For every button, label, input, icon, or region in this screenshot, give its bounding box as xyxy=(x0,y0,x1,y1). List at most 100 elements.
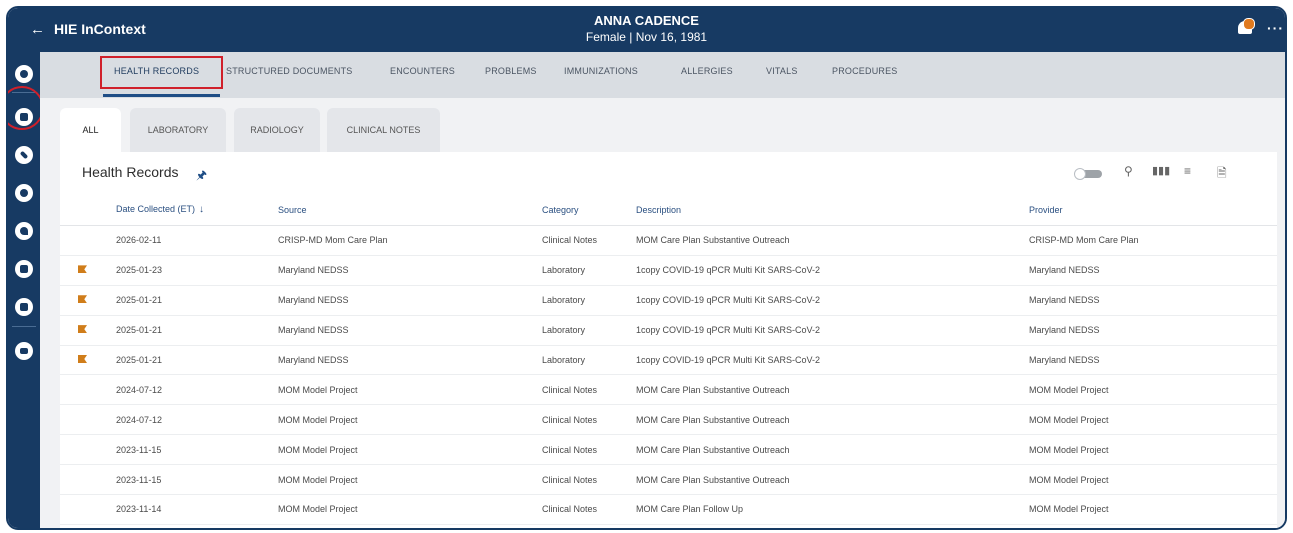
column-header-category[interactable]: Category xyxy=(541,194,635,226)
filter-icon[interactable]: ≡ xyxy=(1184,164,1191,178)
description-cell: 1copy COVID-19 qPCR Multi Kit SARS-CoV-2 xyxy=(635,345,1028,376)
edit-icon[interactable] xyxy=(15,146,33,164)
subtab-laboratory[interactable]: LABORATORY xyxy=(130,108,226,152)
source-cell: Maryland NEDSS xyxy=(277,345,541,376)
provider-cell: MOM Model Project xyxy=(1028,434,1277,466)
table-row[interactable]: 2025-01-21 Maryland NEDSS Laboratory 1copy … xyxy=(60,315,1277,346)
provider-cell: MOM Model Project xyxy=(1028,524,1277,528)
provider-cell: Maryland NEDSS xyxy=(1028,345,1277,376)
description-cell: MOM Care Plan Follow Up xyxy=(635,494,1028,525)
notification-bell-icon[interactable] xyxy=(1237,18,1255,36)
tab-procedures[interactable]: PROCEDURES xyxy=(832,66,898,76)
category-cell: Laboratory xyxy=(541,255,635,286)
tab-immunizations[interactable]: IMMUNIZATIONS xyxy=(564,66,638,76)
date-cell: 2024-07-12 xyxy=(115,404,277,436)
main-content: ALL LABORATORY RADIOLOGY CLINICAL NOTES … xyxy=(40,98,1285,528)
app-header: ← HIE InContext ANNA CADENCE Female | No… xyxy=(8,8,1285,52)
export-icon[interactable]: 🗎 xyxy=(1217,164,1227,185)
column-header-date[interactable]: Date Collected (ET) ↓ xyxy=(115,194,277,226)
source-cell: CRISP-MD Mom Care Plan xyxy=(277,225,541,256)
columns-icon[interactable]: ▮▮▮ xyxy=(1152,164,1170,177)
table-row[interactable]: 2026-02-11 CRISP-MD Mom Care Plan Clinical… xyxy=(60,225,1277,256)
description-cell: MOM Care Plan Substantive Outreach xyxy=(635,434,1028,466)
provider-cell: Maryland NEDSS xyxy=(1028,315,1277,346)
tab-vitals[interactable]: VITALS xyxy=(766,66,798,76)
table-row[interactable]: 2025-01-21 Maryland NEDSS Laboratory 1copy … xyxy=(60,345,1277,376)
description-cell: 1copy COVID-19 qPCR Multi Kit SARS-CoV-2 xyxy=(635,285,1028,316)
category-cell: Clinical Notes xyxy=(541,404,635,436)
flag-cell xyxy=(60,255,115,286)
list-icon[interactable] xyxy=(15,342,33,360)
flag-cell xyxy=(60,494,115,525)
toggle-switch[interactable] xyxy=(1074,168,1102,180)
date-cell: 2023-11-15 xyxy=(115,434,277,466)
column-header-provider[interactable]: Provider xyxy=(1028,194,1277,226)
patient-name: ANNA CADENCE xyxy=(594,13,699,28)
category-cell: Clinical Notes xyxy=(541,464,635,496)
date-cell: 2024-07-12 xyxy=(115,374,277,406)
column-header-description[interactable]: Description xyxy=(635,194,1028,226)
subtab-clinical-notes[interactable]: CLINICAL NOTES xyxy=(327,108,440,152)
table-row[interactable]: 2025-01-21 Maryland NEDSS Laboratory 1copy … xyxy=(60,285,1277,316)
more-menu-icon[interactable]: ··· xyxy=(1267,20,1284,36)
account-icon[interactable] xyxy=(15,65,33,83)
column-header-source[interactable]: Source xyxy=(277,194,541,226)
table-row[interactable]: 2023-11-14MOM Model ProjectClinical Note… xyxy=(60,524,1277,528)
source-cell: Maryland NEDSS xyxy=(277,285,541,316)
records-panel: Health Records 🖈 ⚲ ▮▮▮ ≡ 🗎 Date Collecte… xyxy=(60,152,1277,528)
flag-cell xyxy=(60,374,115,406)
grid-icon[interactable] xyxy=(15,298,33,316)
highlight-box xyxy=(100,56,223,89)
table-row[interactable]: 2023-11-14MOM Model ProjectClinical Note… xyxy=(60,494,1277,525)
tab-encounters[interactable]: ENCOUNTERS xyxy=(390,66,455,76)
pin-icon[interactable]: 🖈 xyxy=(196,166,207,187)
date-cell: 2025-01-23 xyxy=(115,255,277,286)
category-cell: Clinical Notes xyxy=(541,225,635,256)
description-cell: 1copy COVID-19 qPCR Multi Kit SARS-CoV-2 xyxy=(635,255,1028,286)
flag-cell xyxy=(60,315,115,346)
flag-cell xyxy=(60,524,115,528)
table-row[interactable]: 2024-07-12 MOM Model Project Clinical Note… xyxy=(60,374,1277,406)
tab-structured-documents[interactable]: STRUCTURED DOCUMENTS xyxy=(226,66,353,76)
tab-problems[interactable]: PROBLEMS xyxy=(485,66,537,76)
category-cell: Laboratory xyxy=(541,345,635,376)
flag-icon xyxy=(78,265,87,274)
subtab-radiology[interactable]: RADIOLOGY xyxy=(234,108,320,152)
document-icon[interactable] xyxy=(15,260,33,278)
table-header-row: Date Collected (ET) ↓ Source Category Des… xyxy=(60,194,1277,226)
date-cell: 2025-01-21 xyxy=(115,345,277,376)
provider-cell: CRISP-MD Mom Care Plan xyxy=(1028,225,1277,256)
active-tab-indicator xyxy=(103,94,220,97)
tab-allergies[interactable]: ALLERGIES xyxy=(681,66,733,76)
source-cell: MOM Model Project xyxy=(277,464,541,496)
table-row[interactable]: 2023-11-15 MOM Model Project Clinical Note… xyxy=(60,434,1277,466)
source-cell: MOM Model Project xyxy=(277,434,541,466)
provider-cell: MOM Model Project xyxy=(1028,374,1277,406)
column-header-date-label: Date Collected (ET) xyxy=(116,204,196,214)
category-cell: Clinical Notes xyxy=(541,374,635,406)
flag-icon xyxy=(78,325,87,334)
patient-banner: ANNA CADENCE Female | Nov 16, 1981 xyxy=(8,12,1285,46)
sort-down-icon[interactable]: ↓ xyxy=(199,204,204,215)
provider-cell: MOM Model Project xyxy=(1028,464,1277,496)
subtab-all[interactable]: ALL xyxy=(60,108,121,152)
search-icon[interactable]: ⚲ xyxy=(1124,164,1133,178)
provider-cell: Maryland NEDSS xyxy=(1028,285,1277,316)
person-icon[interactable] xyxy=(15,184,33,202)
flag-cell xyxy=(60,464,115,496)
source-cell: MOM Model Project xyxy=(277,524,541,528)
flag-icon xyxy=(78,295,87,304)
panel-title: Health Records xyxy=(82,164,179,180)
table-row[interactable]: 2025-01-23 Maryland NEDSS Laboratory 1copy … xyxy=(60,255,1277,286)
source-cell: MOM Model Project xyxy=(277,404,541,436)
flag-cell xyxy=(60,404,115,436)
table-row[interactable]: 2024-07-12 MOM Model Project Clinical Note… xyxy=(60,404,1277,436)
description-cell: MOM Care Plan Substantive Outreach xyxy=(635,225,1028,256)
description-cell: 1copy COVID-19 qPCR Multi Kit SARS-CoV-2 xyxy=(635,315,1028,346)
table-row[interactable]: 2023-11-15 MOM Model Project Clinical Note… xyxy=(60,464,1277,496)
app-window: ← HIE InContext ANNA CADENCE Female | No… xyxy=(6,6,1287,530)
provider-cell: MOM Model Project xyxy=(1028,494,1277,525)
location-icon[interactable] xyxy=(15,222,33,240)
flag-cell xyxy=(60,285,115,316)
date-cell: 2023-11-14 xyxy=(115,494,277,525)
